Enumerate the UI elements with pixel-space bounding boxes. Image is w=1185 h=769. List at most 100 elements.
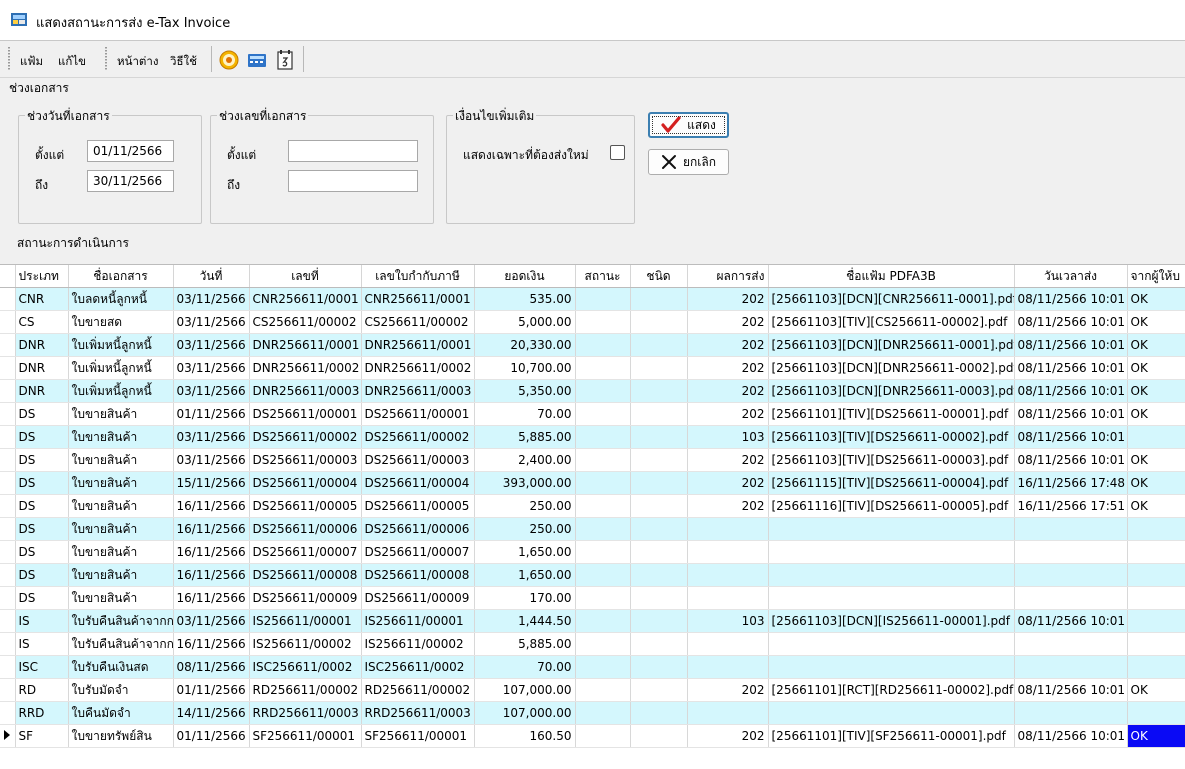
col-date-cell[interactable]: 01/11/2566	[173, 724, 250, 748]
row-indicator[interactable]	[0, 632, 16, 656]
col-doc-name-cell[interactable]: ใบเพิ่มหนี้ลูกหนี้	[68, 333, 174, 357]
col-doc-name-cell[interactable]: ใบขายสด	[68, 310, 174, 334]
col-date-cell[interactable]: 08/11/2566	[173, 655, 250, 679]
col-sent-at-cell[interactable]: 08/11/2566 10:01	[1014, 609, 1128, 633]
col-sent-at-cell[interactable]: 08/11/2566 10:01	[1014, 287, 1128, 311]
col-type-cell[interactable]: RRD	[15, 701, 69, 725]
col-tax-invoice-no-cell[interactable]: DNR256611/0003	[361, 379, 475, 403]
col-provider-cell[interactable]	[1127, 655, 1185, 679]
table-row[interactable]: DS ใบขายสินค้า 03/11/2566 DS256611/00003 DS2…	[0, 448, 1185, 472]
col-send-result-cell[interactable]: 103	[687, 425, 769, 449]
col-type-cell[interactable]: DNR	[15, 356, 69, 380]
col-date-cell[interactable]: 03/11/2566	[173, 287, 250, 311]
col-type-cell[interactable]: DS	[15, 402, 69, 426]
col-pdf-file-cell[interactable]: [25661103][DCN][DNR256611-0002].pdf	[768, 356, 1015, 380]
col-amount-cell[interactable]: 5,000.00	[474, 310, 576, 334]
col-send-result-cell[interactable]	[687, 540, 769, 564]
col-date-cell[interactable]: 01/11/2566	[173, 678, 250, 702]
docno-to-input[interactable]	[288, 170, 418, 192]
col-type-cell[interactable]: DS	[15, 517, 69, 541]
col-pdf-file-cell[interactable]: [25661103][DCN][DNR256611-0001].pdf	[768, 333, 1015, 357]
col-sent-at-cell[interactable]: 16/11/2566 17:51	[1014, 494, 1128, 518]
col-amount-cell[interactable]: 107,000.00	[474, 678, 576, 702]
col-doc-no-cell[interactable]: DNR256611/0002	[249, 356, 362, 380]
row-indicator[interactable]	[0, 356, 16, 380]
col-provider-cell[interactable]: OK	[1127, 471, 1185, 495]
col-status-cell[interactable]	[575, 540, 631, 564]
table-row[interactable]: DS ใบขายสินค้า 01/11/2566 DS256611/00001 DS2…	[0, 402, 1185, 426]
col-status-cell[interactable]	[575, 310, 631, 334]
table-row[interactable]: CS ใบขายสด 03/11/2566 CS256611/00002 CS25661…	[0, 310, 1185, 334]
status-grid[interactable]: ประเภท ชื่อเอกสาร วันที่ เลขที่ เลขใบกำกับภา…	[0, 264, 1185, 769]
col-sent-at-cell[interactable]: 08/11/2566 10:01	[1014, 448, 1128, 472]
col-kind-cell[interactable]	[630, 678, 688, 702]
col-tax-invoice-no-header[interactable]: เลขใบกำกับภาษี	[361, 265, 475, 288]
col-status-cell[interactable]	[575, 563, 631, 587]
row-indicator[interactable]	[0, 655, 16, 679]
cancel-button[interactable]: ยกเลิก	[648, 149, 729, 175]
table-row[interactable]: DS ใบขายสินค้า 16/11/2566 DS256611/00005 DS2…	[0, 494, 1185, 518]
col-provider-cell[interactable]	[1127, 563, 1185, 587]
row-indicator[interactable]	[0, 563, 16, 587]
col-sent-at-cell[interactable]: 16/11/2566 17:48	[1014, 471, 1128, 495]
col-kind-cell[interactable]	[630, 609, 688, 633]
col-type-cell[interactable]: DS	[15, 425, 69, 449]
col-sent-at-cell[interactable]: 08/11/2566 10:01	[1014, 333, 1128, 357]
col-type-cell[interactable]: SF	[15, 724, 69, 748]
col-provider-header[interactable]: จากผู้ให้บ	[1127, 265, 1185, 288]
col-amount-cell[interactable]: 1,650.00	[474, 563, 576, 587]
col-doc-no-cell[interactable]: CS256611/00002	[249, 310, 362, 334]
col-amount-cell[interactable]: 393,000.00	[474, 471, 576, 495]
col-type-cell[interactable]: RD	[15, 678, 69, 702]
col-kind-cell[interactable]	[630, 287, 688, 311]
col-doc-name-cell[interactable]: ใบขายสินค้า	[68, 563, 174, 587]
table-row[interactable]: IS ใบรับคืนสินค้าจากก 16/11/2566 IS256611/0…	[0, 632, 1185, 656]
col-tax-invoice-no-cell[interactable]: DS256611/00005	[361, 494, 475, 518]
col-provider-cell[interactable]: OK	[1127, 333, 1185, 357]
col-send-result-cell[interactable]	[687, 655, 769, 679]
col-date-cell[interactable]: 03/11/2566	[173, 448, 250, 472]
toolbar-grip[interactable]	[105, 47, 107, 71]
col-provider-cell[interactable]	[1127, 632, 1185, 656]
col-send-result-cell[interactable]	[687, 563, 769, 587]
table-row[interactable]: SF ใบขายทรัพย์สิน 01/11/2566 SF256611/00001…	[0, 724, 1185, 748]
col-kind-cell[interactable]	[630, 540, 688, 564]
col-status-cell[interactable]	[575, 448, 631, 472]
col-pdf-file-cell[interactable]	[768, 563, 1015, 587]
col-kind-cell[interactable]	[630, 517, 688, 541]
table-row[interactable]: DS ใบขายสินค้า 03/11/2566 DS256611/00002 DS2…	[0, 425, 1185, 449]
col-kind-header[interactable]: ชนิด	[630, 265, 688, 288]
col-pdf-file-cell[interactable]	[768, 701, 1015, 725]
col-date-cell[interactable]: 03/11/2566	[173, 310, 250, 334]
col-type-header[interactable]: ประเภท	[15, 265, 69, 288]
col-doc-no-cell[interactable]: DS256611/00002	[249, 425, 362, 449]
col-date-cell[interactable]: 16/11/2566	[173, 586, 250, 610]
col-tax-invoice-no-cell[interactable]: RRD256611/0003	[361, 701, 475, 725]
show-button[interactable]: แสดง	[648, 112, 729, 138]
col-type-cell[interactable]: IS	[15, 609, 69, 633]
col-doc-name-cell[interactable]: ใบขายสินค้า	[68, 517, 174, 541]
col-status-cell[interactable]	[575, 632, 631, 656]
col-kind-cell[interactable]	[630, 494, 688, 518]
col-doc-no-cell[interactable]: DS256611/00008	[249, 563, 362, 587]
col-doc-no-cell[interactable]: DNR256611/0003	[249, 379, 362, 403]
col-doc-name-cell[interactable]: ใบขายสินค้า	[68, 540, 174, 564]
col-doc-no-cell[interactable]: DS256611/00004	[249, 471, 362, 495]
target-icon[interactable]	[218, 49, 240, 71]
table-row[interactable]: DNR ใบเพิ่มหนี้ลูกหนี้ 03/11/2566 DNR256611…	[0, 379, 1185, 403]
col-tax-invoice-no-cell[interactable]: DS256611/00001	[361, 402, 475, 426]
col-tax-invoice-no-cell[interactable]: DNR256611/0001	[361, 333, 475, 357]
col-doc-name-cell[interactable]: ใบคืนมัดจำ	[68, 701, 174, 725]
col-doc-name-cell[interactable]: ใบขายสินค้า	[68, 586, 174, 610]
col-amount-cell[interactable]: 1,650.00	[474, 540, 576, 564]
table-row[interactable]: DS ใบขายสินค้า 16/11/2566 DS256611/00008 DS2…	[0, 563, 1185, 587]
row-indicator[interactable]	[0, 494, 16, 518]
col-date-cell[interactable]: 14/11/2566	[173, 701, 250, 725]
col-send-result-cell[interactable]: 202	[687, 333, 769, 357]
col-kind-cell[interactable]	[630, 379, 688, 403]
col-provider-cell[interactable]: OK	[1127, 310, 1185, 334]
col-type-cell[interactable]: DS	[15, 540, 69, 564]
col-provider-cell[interactable]: OK	[1127, 379, 1185, 403]
col-tax-invoice-no-cell[interactable]: DS256611/00009	[361, 586, 475, 610]
col-doc-name-cell[interactable]: ใบรับคืนสินค้าจากก	[68, 632, 174, 656]
